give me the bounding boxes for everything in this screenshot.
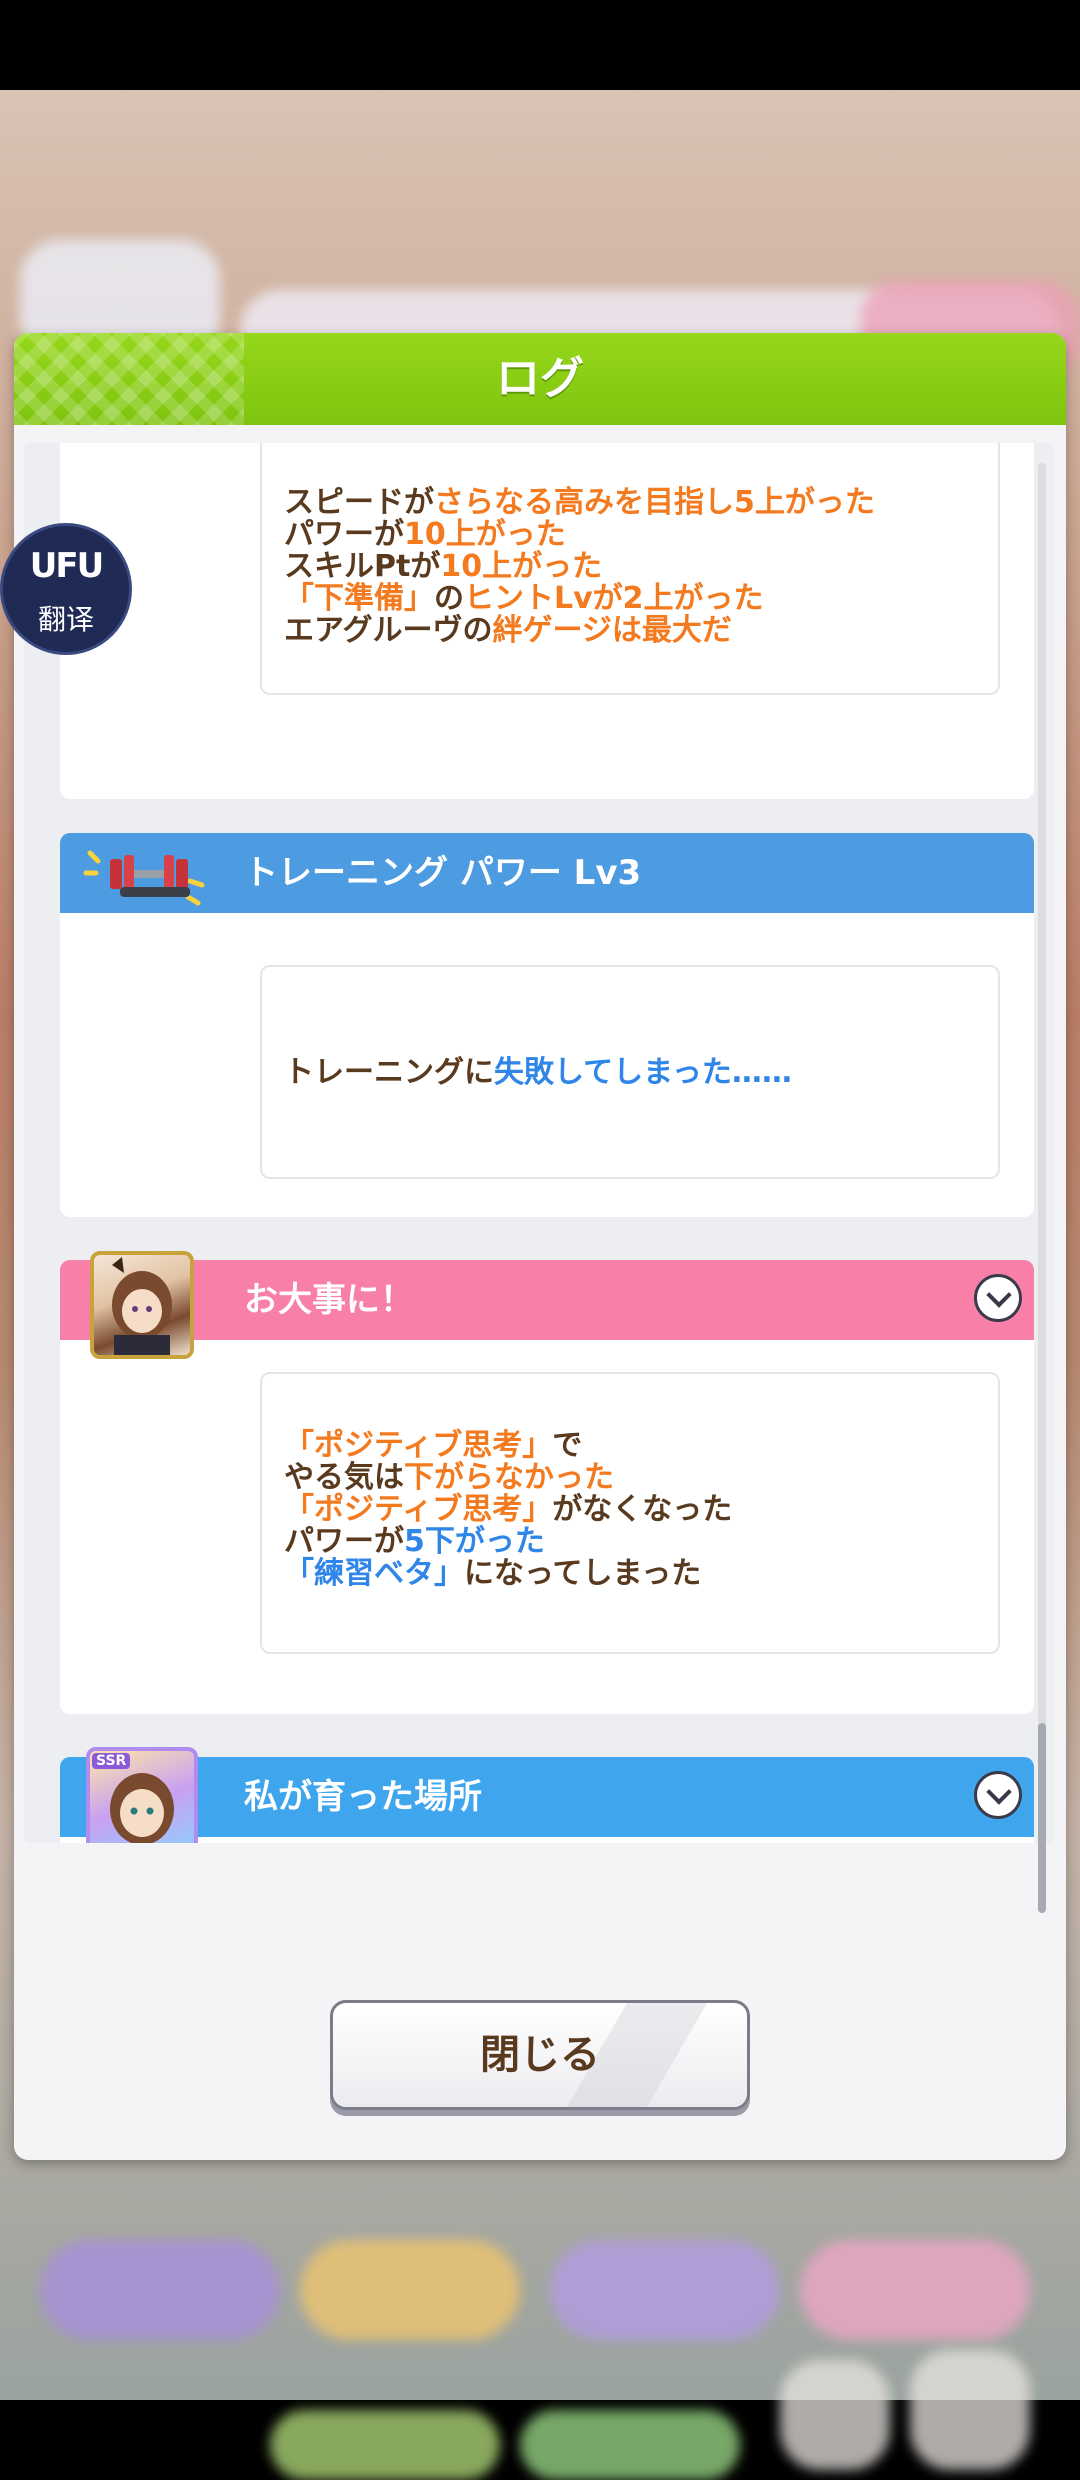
dialog-header: ログ — [14, 333, 1066, 425]
log-line: エアグルーヴの絆ゲージは最大だ — [284, 615, 988, 647]
log-segment: スキルPtが — [284, 549, 441, 584]
translate-label: 翻译 — [37, 603, 94, 636]
log-segment: さらなる高みを目指し5上がった — [434, 485, 875, 520]
translate-button[interactable]: UFU 翻译 — [0, 523, 132, 655]
log-segment: で — [552, 1428, 583, 1463]
log-entry-message-box: スピードがさらなる高みを目指し5上がった パワーが10上がった スキルPtが10上が… — [260, 443, 1000, 695]
ssr-support-card: SSR — [86, 1747, 198, 1843]
log-segment: 「練習ベタ」 — [284, 1556, 464, 1591]
log-segment: やる気は — [284, 1460, 404, 1495]
log-entry-lines: 「ポジティブ思考」で やる気は下がらなかった 「ポジティブ思考」がなくなった パワーが… — [284, 1430, 988, 1590]
log-entry-lines: スピードがさらなる高みを目指し5上がった パワーが10上がった スキルPtが10上が… — [284, 487, 988, 647]
log-segment: エアグルーヴの — [284, 613, 493, 648]
dumbbell-icon — [83, 850, 205, 906]
log-segment: 5下がった — [404, 1524, 545, 1559]
log-entry-title: トレーニング パワー Lv3 — [244, 853, 642, 893]
ssr-badge: SSR — [92, 1753, 131, 1769]
log-segment: がなくなった — [552, 1492, 733, 1527]
log-entry-header[interactable]: お大事に！ — [60, 1260, 1034, 1340]
log-line: トレーニングに失敗してしまった…… — [284, 1057, 988, 1089]
log-segment: 10上がった — [404, 517, 566, 552]
log-entry-lines: トレーニングに失敗してしまった…… — [284, 1057, 988, 1089]
log-segment: 10上がった — [440, 549, 603, 584]
log-segment: 「ポジティブ思考」 — [284, 1428, 553, 1463]
log-line: やる気は下がらなかった — [284, 1462, 988, 1494]
log-segment: 失敗してしまった…… — [494, 1055, 792, 1090]
log-entry-message-box: 「ポジティブ思考」で やる気は下がらなかった 「ポジティブ思考」がなくなった パワーが… — [260, 1372, 1000, 1654]
log-segment: ヒントLvが2上がった — [464, 581, 764, 616]
log-entry: トレーニング パワー Lv3 トレーニングに失敗してしまった…… — [60, 833, 1034, 1217]
chevron-down-icon[interactable] — [974, 1274, 1022, 1322]
log-segment: スピードが — [284, 485, 434, 520]
dialog-title: ログ — [496, 353, 584, 404]
log-entry-title: お大事に！ — [244, 1280, 414, 1320]
log-list[interactable]: スピードがさらなる高みを目指し5上がった パワーが10上がった スキルPtが10上が… — [24, 443, 1054, 1843]
log-segment: パワーが — [284, 1524, 404, 1559]
close-button[interactable]: 閉じる — [330, 2000, 750, 2110]
log-line: 「練習ベタ」になってしまった — [284, 1558, 988, 1590]
log-line: スピードがさらなる高みを目指し5上がった — [284, 487, 988, 519]
log-scrollbar[interactable] — [1038, 463, 1046, 1913]
log-entry: スピードがさらなる高みを目指し5上がった パワーが10上がった スキルPtが10上が… — [60, 443, 1034, 799]
log-segment: 「下準備」 — [284, 581, 434, 616]
scrollbar-thumb[interactable] — [1038, 1723, 1046, 1913]
log-line: パワーが10上がった — [284, 519, 988, 551]
log-segment: 下がらなかった — [404, 1460, 614, 1495]
status-bar — [0, 0, 1080, 90]
log-segment: 「ポジティブ思考」 — [284, 1492, 553, 1527]
chevron-down-icon[interactable] — [974, 1771, 1022, 1819]
log-segment: になってしまった — [464, 1556, 702, 1591]
translate-logo-icon: UFU — [29, 546, 104, 586]
log-entry[interactable]: 私が育った場所 体力が25回復した — [60, 1757, 1034, 1843]
close-button-label: 閉じる — [480, 2032, 600, 2078]
log-segment: トレーニングに — [284, 1055, 494, 1090]
log-entry-header[interactable]: 私が育った場所 — [60, 1757, 1034, 1837]
log-line: パワーが5下がった — [284, 1526, 988, 1558]
log-segment: パワーが — [284, 517, 404, 552]
log-line: 「ポジティブ思考」で — [284, 1430, 988, 1462]
log-line: 「下準備」のヒントLvが2上がった — [284, 583, 988, 615]
log-entry-message-box: トレーニングに失敗してしまった…… — [260, 965, 1000, 1179]
log-line: スキルPtが10上がった — [284, 551, 988, 583]
log-segment: 絆ゲージは最大だ — [492, 613, 732, 648]
log-segment: の — [434, 581, 464, 616]
log-entry-title: 私が育った場所 — [244, 1777, 482, 1817]
character-portrait — [90, 1251, 194, 1359]
log-dialog: ログ スピードがさらなる高みを目指し5上がった パワーが10上がった スキルPtが1… — [14, 333, 1066, 2160]
log-entry[interactable]: お大事に！ 「ポジティブ思考」で やる気は下がらなかった 「ポジティブ思考」がなくな… — [60, 1260, 1034, 1714]
log-line: 「ポジティブ思考」がなくなった — [284, 1494, 988, 1526]
log-entry-header: トレーニング パワー Lv3 — [60, 833, 1034, 913]
